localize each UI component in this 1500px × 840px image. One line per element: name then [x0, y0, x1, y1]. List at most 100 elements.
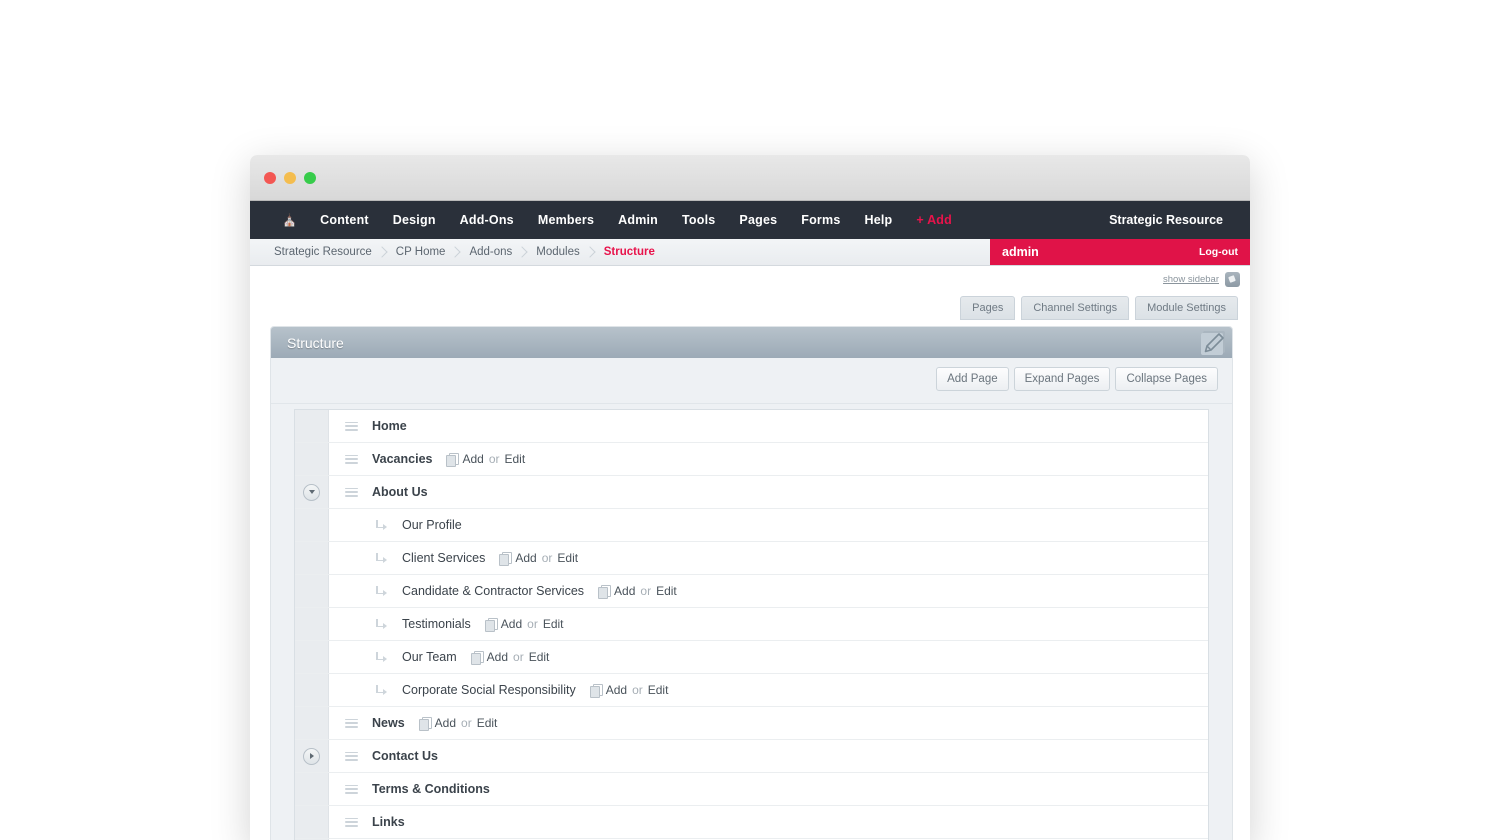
tree-row[interactable]: Contact Us	[295, 740, 1208, 773]
home-icon: ⛪	[282, 213, 298, 227]
show-sidebar-link[interactable]: show sidebar	[1163, 274, 1219, 285]
row-add-link[interactable]: Add	[487, 650, 508, 664]
row-body: Home	[329, 410, 1208, 442]
nav-item-content[interactable]: Content	[309, 208, 380, 232]
row-or-label: or	[513, 650, 524, 664]
row-gutter	[295, 641, 329, 673]
row-edit-link[interactable]: Edit	[529, 650, 550, 664]
sidebar-badge-icon[interactable]	[1225, 272, 1240, 287]
tree-row[interactable]: Home	[295, 410, 1208, 443]
tree-row[interactable]: Terms & Conditions	[295, 773, 1208, 806]
tree-row[interactable]: Our Profile	[295, 509, 1208, 542]
tree-row-label[interactable]: Terms & Conditions	[372, 782, 490, 796]
site-name-label[interactable]: Strategic Resource	[1098, 208, 1234, 232]
row-body: Terms & Conditions	[329, 773, 1208, 805]
tree-row[interactable]: About Us	[295, 476, 1208, 509]
row-gutter	[295, 509, 329, 541]
child-branch-icon	[375, 519, 388, 531]
expand-toggle-icon[interactable]	[303, 747, 320, 765]
row-or-label: or	[488, 452, 500, 466]
tree-row[interactable]: Corporate Social Responsibility Add or Edit	[295, 674, 1208, 707]
minimize-window-button[interactable]	[284, 172, 296, 184]
sidebar-toggle: show sidebar	[1163, 272, 1240, 287]
breadcrumb-item-add-ons[interactable]: Add-ons	[469, 246, 534, 258]
tree-row[interactable]: Our Team Add or Edit	[295, 641, 1208, 674]
row-body: Links	[329, 806, 1208, 838]
tree-row-label[interactable]: Our Profile	[402, 518, 462, 532]
maximize-window-button[interactable]	[304, 172, 316, 184]
close-window-button[interactable]	[264, 172, 276, 184]
row-gutter	[295, 674, 329, 706]
breadcrumb-item-modules[interactable]: Modules	[536, 246, 601, 258]
row-add-link[interactable]: Add	[435, 716, 456, 730]
row-edit-link[interactable]: Edit	[543, 617, 564, 631]
tree-row[interactable]: Candidate & Contractor Services Add or Edit	[295, 575, 1208, 608]
tree-row-label[interactable]: Contact Us	[372, 749, 438, 763]
nav-item-add[interactable]: + Add	[905, 208, 963, 232]
tree-row-label[interactable]: Corporate Social Responsibility	[402, 683, 576, 697]
row-edit-link[interactable]: Edit	[505, 452, 526, 466]
tree-row-label[interactable]: Client Services	[402, 551, 485, 565]
tree-row-label[interactable]: Testimonials	[402, 617, 471, 631]
row-edit-link[interactable]: Edit	[656, 584, 677, 598]
tree-row[interactable]: Client Services Add or Edit	[295, 542, 1208, 575]
tree-row-label[interactable]: Our Team	[402, 650, 457, 664]
tree-row-label[interactable]: Links	[372, 815, 405, 829]
add-page-button[interactable]: Add Page	[936, 367, 1009, 391]
breadcrumb-item-strategic-resource[interactable]: Strategic Resource	[274, 246, 394, 258]
drag-handle-icon[interactable]	[345, 751, 358, 761]
row-edit-link[interactable]: Edit	[557, 551, 578, 565]
tree-row[interactable]: Testimonials Add or Edit	[295, 608, 1208, 641]
row-add-link[interactable]: Add	[515, 551, 536, 565]
nav-item-help[interactable]: Help	[853, 208, 903, 232]
tab-pages[interactable]: Pages	[960, 296, 1016, 320]
drag-handle-icon[interactable]	[345, 784, 358, 794]
tab-module-settings[interactable]: Module Settings	[1135, 296, 1238, 320]
tree-row-label[interactable]: News	[372, 716, 405, 730]
breadcrumb-item-cp-home[interactable]: CP Home	[396, 246, 468, 258]
row-add-link[interactable]: Add	[501, 617, 522, 631]
row-add-link[interactable]: Add	[614, 584, 635, 598]
tree-row[interactable]: News Add or Edit	[295, 707, 1208, 740]
page-title: Structure	[287, 334, 344, 351]
row-gutter	[295, 575, 329, 607]
expand-pages-button[interactable]: Expand Pages	[1013, 367, 1111, 391]
row-actions: Add or Edit	[418, 716, 498, 731]
account-username[interactable]: admin	[1002, 245, 1039, 259]
row-actions: Add or Edit	[470, 650, 550, 665]
collapse-toggle-icon[interactable]	[303, 483, 320, 501]
pencil-icon[interactable]	[1200, 330, 1226, 355]
branch-arrow-icon	[383, 623, 387, 629]
drag-handle-icon[interactable]	[345, 718, 358, 728]
nav-item-pages[interactable]: Pages	[728, 208, 788, 232]
breadcrumb-label: Add-ons	[469, 246, 513, 258]
nav-item-add-ons[interactable]: Add-Ons	[449, 208, 525, 232]
tree-row-label[interactable]: Home	[372, 419, 407, 433]
collapse-pages-button[interactable]: Collapse Pages	[1115, 367, 1218, 391]
drag-handle-icon[interactable]	[345, 817, 358, 827]
nav-item-forms[interactable]: Forms	[790, 208, 851, 232]
nav-item-tools[interactable]: Tools	[671, 208, 726, 232]
nav-item-admin[interactable]: Admin	[607, 208, 669, 232]
row-edit-link[interactable]: Edit	[648, 683, 669, 697]
row-body: About Us	[329, 476, 1208, 508]
tab-channel-settings[interactable]: Channel Settings	[1021, 296, 1130, 320]
row-actions: Add or Edit	[446, 452, 526, 467]
nav-item-design[interactable]: Design	[382, 208, 447, 232]
row-or-label: or	[632, 683, 643, 697]
drag-handle-icon[interactable]	[345, 421, 358, 431]
tree-row[interactable]: Vacancies Add or Edit	[295, 443, 1208, 476]
nav-item-members[interactable]: Members	[527, 208, 605, 232]
tree-row-label[interactable]: About Us	[372, 485, 428, 499]
tree-row-label[interactable]: Vacancies	[372, 452, 432, 466]
row-add-link[interactable]: Add	[606, 683, 627, 697]
tree-row-label[interactable]: Candidate & Contractor Services	[402, 584, 584, 598]
row-body: Corporate Social Responsibility Add or Edit	[329, 674, 1208, 706]
nav-item-home[interactable]: ⛪	[272, 209, 307, 231]
drag-handle-icon[interactable]	[345, 487, 358, 497]
logout-link[interactable]: Log-out	[1199, 246, 1238, 258]
drag-handle-icon[interactable]	[345, 454, 358, 464]
row-edit-link[interactable]: Edit	[477, 716, 498, 730]
tree-row[interactable]: Links	[295, 806, 1208, 839]
row-add-link[interactable]: Add	[462, 452, 483, 466]
